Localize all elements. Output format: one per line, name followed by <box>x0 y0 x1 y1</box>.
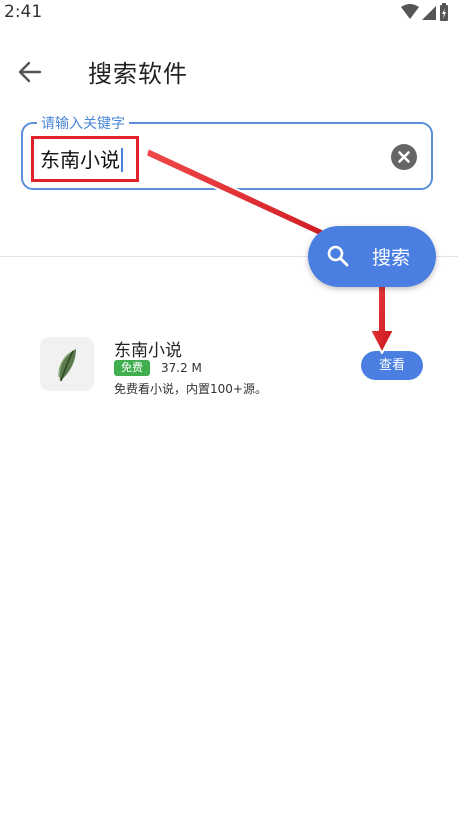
app-size: 37.2 M <box>161 361 202 375</box>
feather-leaf-icon <box>58 349 76 382</box>
app-name[interactable]: 东南小说 <box>114 336 182 361</box>
search-input-label: 请输入关键字 <box>37 113 129 133</box>
app-icon[interactable] <box>40 337 94 391</box>
annotation-highlight-box <box>31 136 139 182</box>
search-button[interactable]: 搜索 <box>308 226 436 287</box>
status-time: 2:41 <box>4 2 43 22</box>
search-button-label: 搜索 <box>372 247 411 269</box>
status-icons <box>400 3 450 25</box>
battery-charging-icon <box>440 3 448 21</box>
search-software-screen: 2:41 搜索软件 请输入关键字 东南小说 东南小说 免费 37.2 M 免费看… <box>0 0 458 820</box>
back-button[interactable] <box>14 56 46 88</box>
clear-circle-icon <box>391 144 417 170</box>
clear-search-button[interactable] <box>391 144 417 170</box>
arrow-left-icon <box>18 61 42 83</box>
page-title: 搜索软件 <box>88 60 188 88</box>
free-badge: 免费 <box>114 360 150 376</box>
app-description: 免费看小说，内置100+源。 <box>114 382 267 396</box>
signal-icon <box>422 6 436 20</box>
view-button[interactable]: 查看 <box>361 351 423 380</box>
search-icon <box>327 245 349 267</box>
status-bar: 2:41 <box>0 0 458 28</box>
wifi-icon <box>401 4 419 19</box>
